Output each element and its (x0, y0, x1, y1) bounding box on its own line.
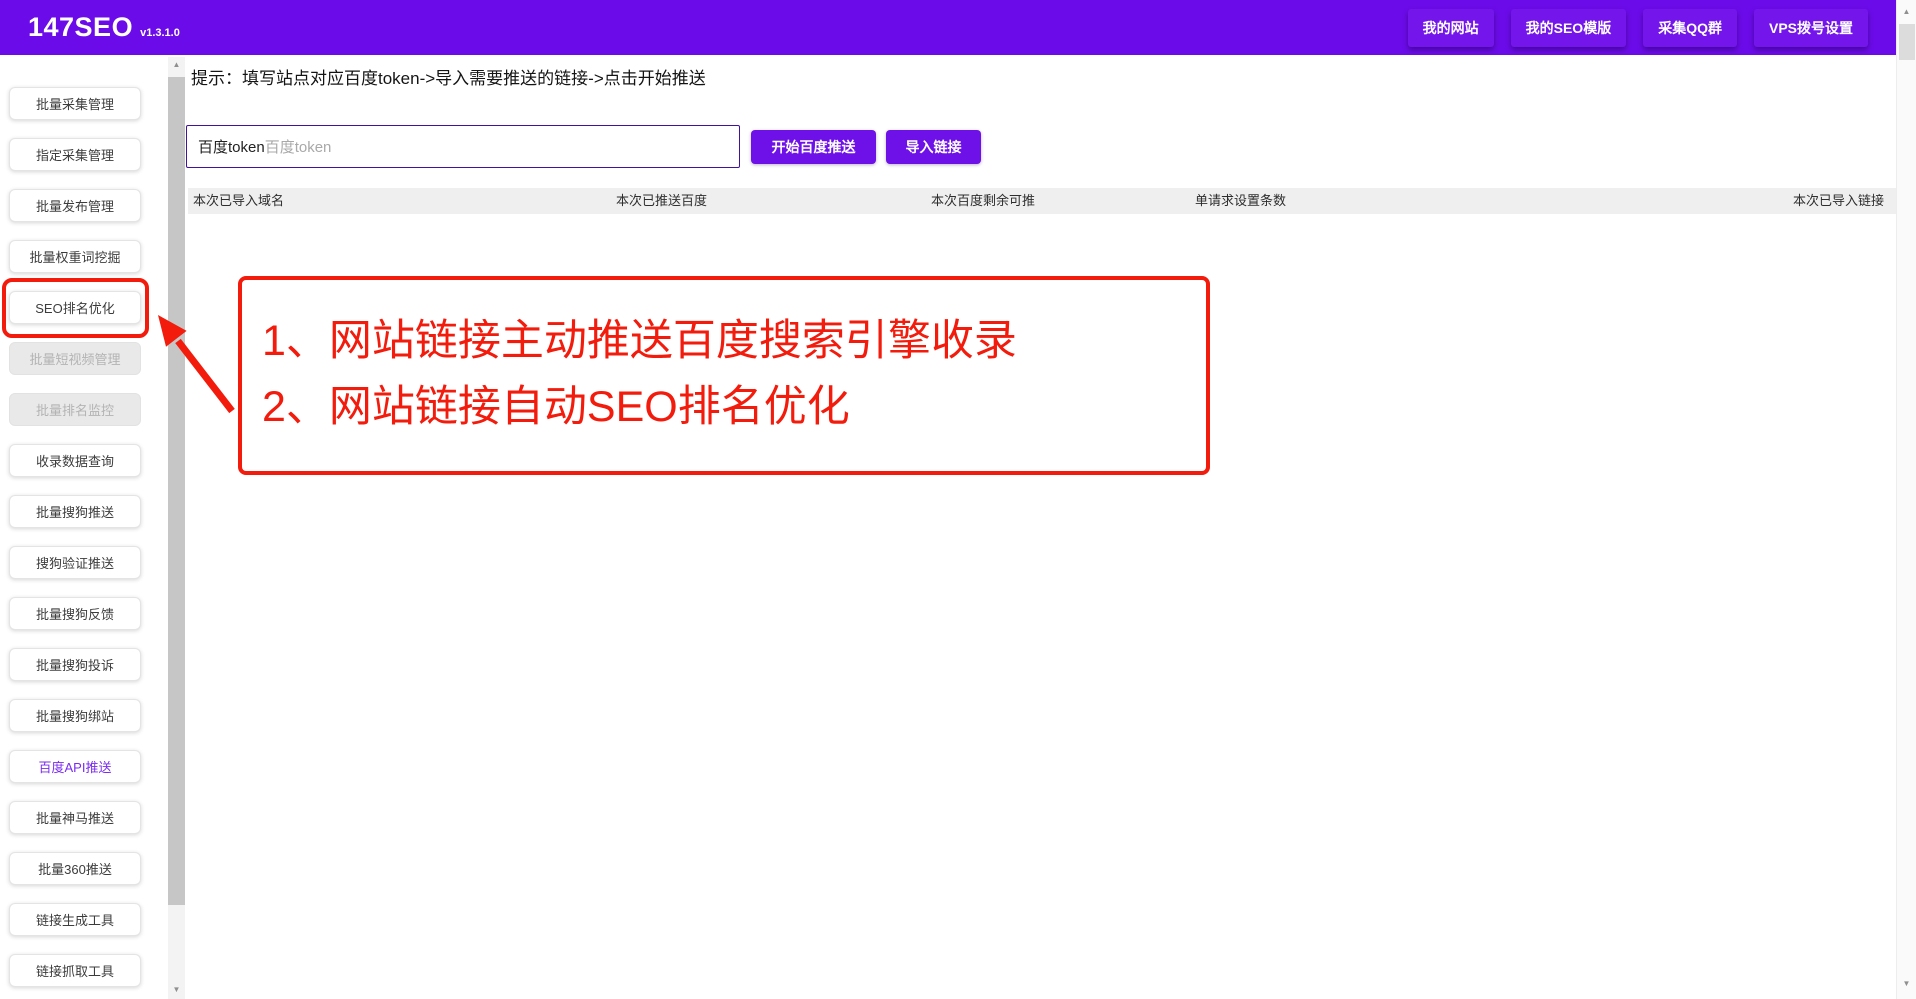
sidebar-scrollbar-thumb[interactable] (168, 77, 185, 905)
nav-button-my-seo-templates[interactable]: 我的SEO模版 (1511, 9, 1627, 47)
sidebar-item-label: 批量搜狗推送 (36, 502, 114, 521)
nav-button-qq-group[interactable]: 采集QQ群 (1643, 9, 1737, 47)
sidebar-item-sogou-complaint[interactable]: 批量搜狗投诉 (9, 648, 141, 681)
sidebar-item-label: 指定采集管理 (36, 145, 114, 164)
sidebar-item-targeted-collect[interactable]: 指定采集管理 (9, 138, 141, 171)
sidebar-item-label: 批量搜狗投诉 (36, 655, 114, 674)
sidebar-item-baidu-api-push[interactable]: 百度API推送 (9, 750, 141, 783)
sidebar-item-sogou-feedback[interactable]: 批量搜狗反馈 (9, 597, 141, 630)
import-links-button[interactable]: 导入链接 (886, 130, 981, 164)
table-column-header-imported-domains: 本次已导入域名 (193, 188, 284, 214)
sidebar-item-sogou-bind-site[interactable]: 批量搜狗绑站 (9, 699, 141, 732)
sidebar-item-short-video-manage[interactable]: 批量短视频管理 (9, 342, 141, 375)
sidebar-item-weight-keyword-mining[interactable]: 批量权重词挖掘 (9, 240, 141, 273)
sidebar-item-ranking-monitor[interactable]: 批量排名监控 (9, 393, 141, 426)
sidebar-scrollbar[interactable]: ▲ ▼ (168, 57, 185, 999)
header-bar: 147SEO v1.3.1.0 我的网站我的SEO模版采集QQ群 VPS拨号设置 (0, 0, 1896, 55)
start-baidu-push-button[interactable]: 开始百度推送 (751, 130, 876, 164)
sidebar-item-batch-collect[interactable]: 批量采集管理 (9, 87, 141, 120)
nav-button-vps-dial-settings[interactable]: VPS拨号设置 (1754, 9, 1868, 47)
table-column-header-baidu-remaining: 本次百度剩余可推 (931, 188, 1035, 214)
scroll-up-icon[interactable]: ▲ (1897, 5, 1916, 19)
results-table-header: 本次已导入域名 本次已推送百度 本次百度剩余可推 单请求设置条数 本次已导入链接 (188, 188, 1896, 214)
sidebar-item-label: 批量权重词挖掘 (29, 247, 120, 266)
sidebar-item-label: 批量采集管理 (36, 94, 114, 113)
hint-text: 提示：填写站点对应百度token->导入需要推送的链接->点击开始推送 (191, 64, 706, 89)
sidebar-item-label: 批量搜狗绑站 (36, 706, 114, 725)
sidebar-item-label: SEO排名优化 (35, 298, 114, 317)
sidebar-item-sogou-verify-push[interactable]: 搜狗验证推送 (9, 546, 141, 579)
header-nav: 我的网站我的SEO模版采集QQ群 VPS拨号设置 (1408, 9, 1868, 47)
sidebar-item-label: 链接抓取工具 (36, 961, 114, 980)
page-scrollbar-thumb[interactable] (1899, 24, 1915, 60)
sidebar-item-label: 批量搜狗反馈 (36, 604, 114, 623)
table-column-header-pushed-to-baidu: 本次已推送百度 (616, 188, 707, 214)
sidebar-item-label: 批量短视频管理 (29, 349, 120, 368)
page-scrollbar[interactable]: ▲ ▼ (1896, 0, 1916, 999)
scroll-down-icon[interactable]: ▼ (1897, 977, 1916, 991)
table-column-header-per-request-count: 单请求设置条数 (1195, 188, 1286, 214)
sidebar-item-link-generate-tool[interactable]: 链接生成工具 (9, 903, 141, 936)
token-input-placeholder: 百度token (265, 136, 332, 157)
sidebar-item-360-batch-push[interactable]: 批量360推送 (9, 852, 141, 885)
sidebar-item-label: 搜狗验证推送 (36, 553, 114, 572)
sidebar-item-index-data-query[interactable]: 收录数据查询 (9, 444, 141, 477)
sidebar-item-sogou-batch-push[interactable]: 批量搜狗推送 (9, 495, 141, 528)
token-input-value: 百度token (198, 136, 265, 157)
scroll-down-icon[interactable]: ▼ (168, 983, 185, 997)
sidebar-item-batch-publish[interactable]: 批量发布管理 (9, 189, 141, 222)
sidebar-item-seo-ranking[interactable]: SEO排名优化 (9, 291, 141, 324)
app-version: v1.3.1.0 (140, 27, 180, 39)
table-column-header-imported-links: 本次已导入链接 (1793, 188, 1884, 214)
app-logo-text: 147SEO (28, 12, 133, 43)
sidebar: 批量采集管理 指定采集管理 批量发布管理 批量权重词挖掘 SEO排名优化 批量短… (0, 55, 168, 999)
sidebar-item-label: 百度API推送 (39, 757, 112, 776)
app-logo: 147SEO v1.3.1.0 (28, 12, 180, 43)
main-panel: 提示：填写站点对应百度token->导入需要推送的链接->点击开始推送 百度to… (188, 55, 1896, 999)
scroll-up-icon[interactable]: ▲ (168, 58, 185, 72)
nav-button-my-websites[interactable]: 我的网站 (1408, 9, 1494, 47)
sidebar-item-label: 链接生成工具 (36, 910, 114, 929)
sidebar-item-shenma-batch-push[interactable]: 批量神马推送 (9, 801, 141, 834)
sidebar-item-label: 批量360推送 (38, 859, 112, 878)
sidebar-item-label: 批量发布管理 (36, 196, 114, 215)
sidebar-item-link-grab-tool[interactable]: 链接抓取工具 (9, 954, 141, 987)
sidebar-item-label: 收录数据查询 (36, 451, 114, 470)
sidebar-item-label: 批量排名监控 (36, 400, 114, 419)
sidebar-item-label: 批量神马推送 (36, 808, 114, 827)
app-window: 147SEO v1.3.1.0 我的网站我的SEO模版采集QQ群VPS拨号设置 … (0, 0, 1916, 999)
baidu-token-input[interactable]: 百度token 百度token (186, 125, 740, 168)
